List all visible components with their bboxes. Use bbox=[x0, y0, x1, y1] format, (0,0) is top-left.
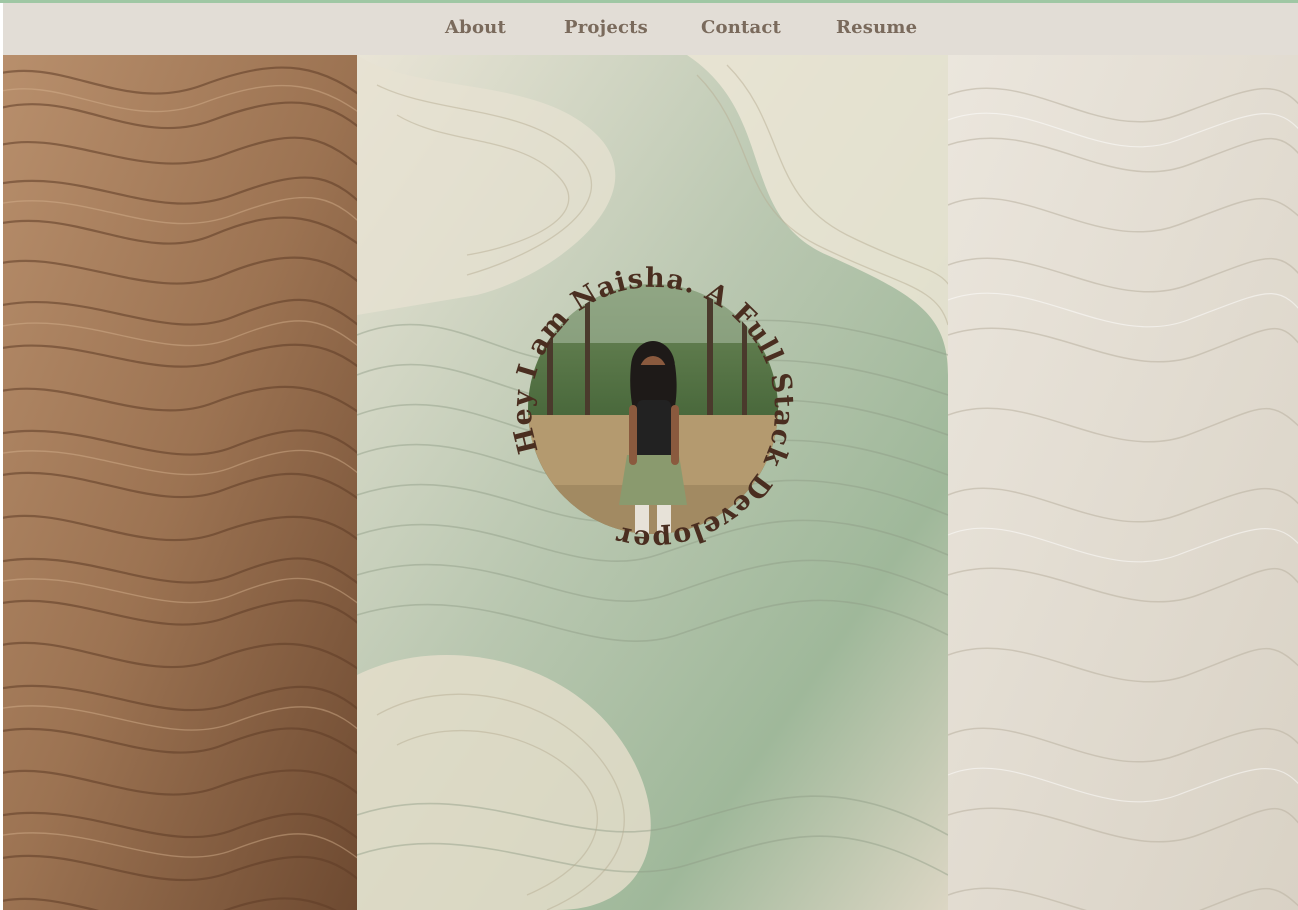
right-texture-panel bbox=[948, 55, 1298, 910]
nav-about-link[interactable]: About bbox=[445, 17, 506, 38]
left-texture-panel bbox=[3, 55, 357, 910]
page: About Projects Contact Resume Hey I am N… bbox=[0, 0, 1298, 910]
nav-resume-link[interactable]: Resume bbox=[836, 17, 917, 38]
nav-projects-link[interactable]: Projects bbox=[564, 17, 648, 38]
nav-contact-link[interactable]: Contact bbox=[701, 17, 781, 38]
hero-graphic: Hey I am Naisha. A Full Stack Developer bbox=[507, 263, 799, 556]
navbar: About Projects Contact Resume bbox=[3, 3, 1298, 55]
hero-section: Hey I am Naisha. A Full Stack Developer bbox=[357, 55, 948, 910]
